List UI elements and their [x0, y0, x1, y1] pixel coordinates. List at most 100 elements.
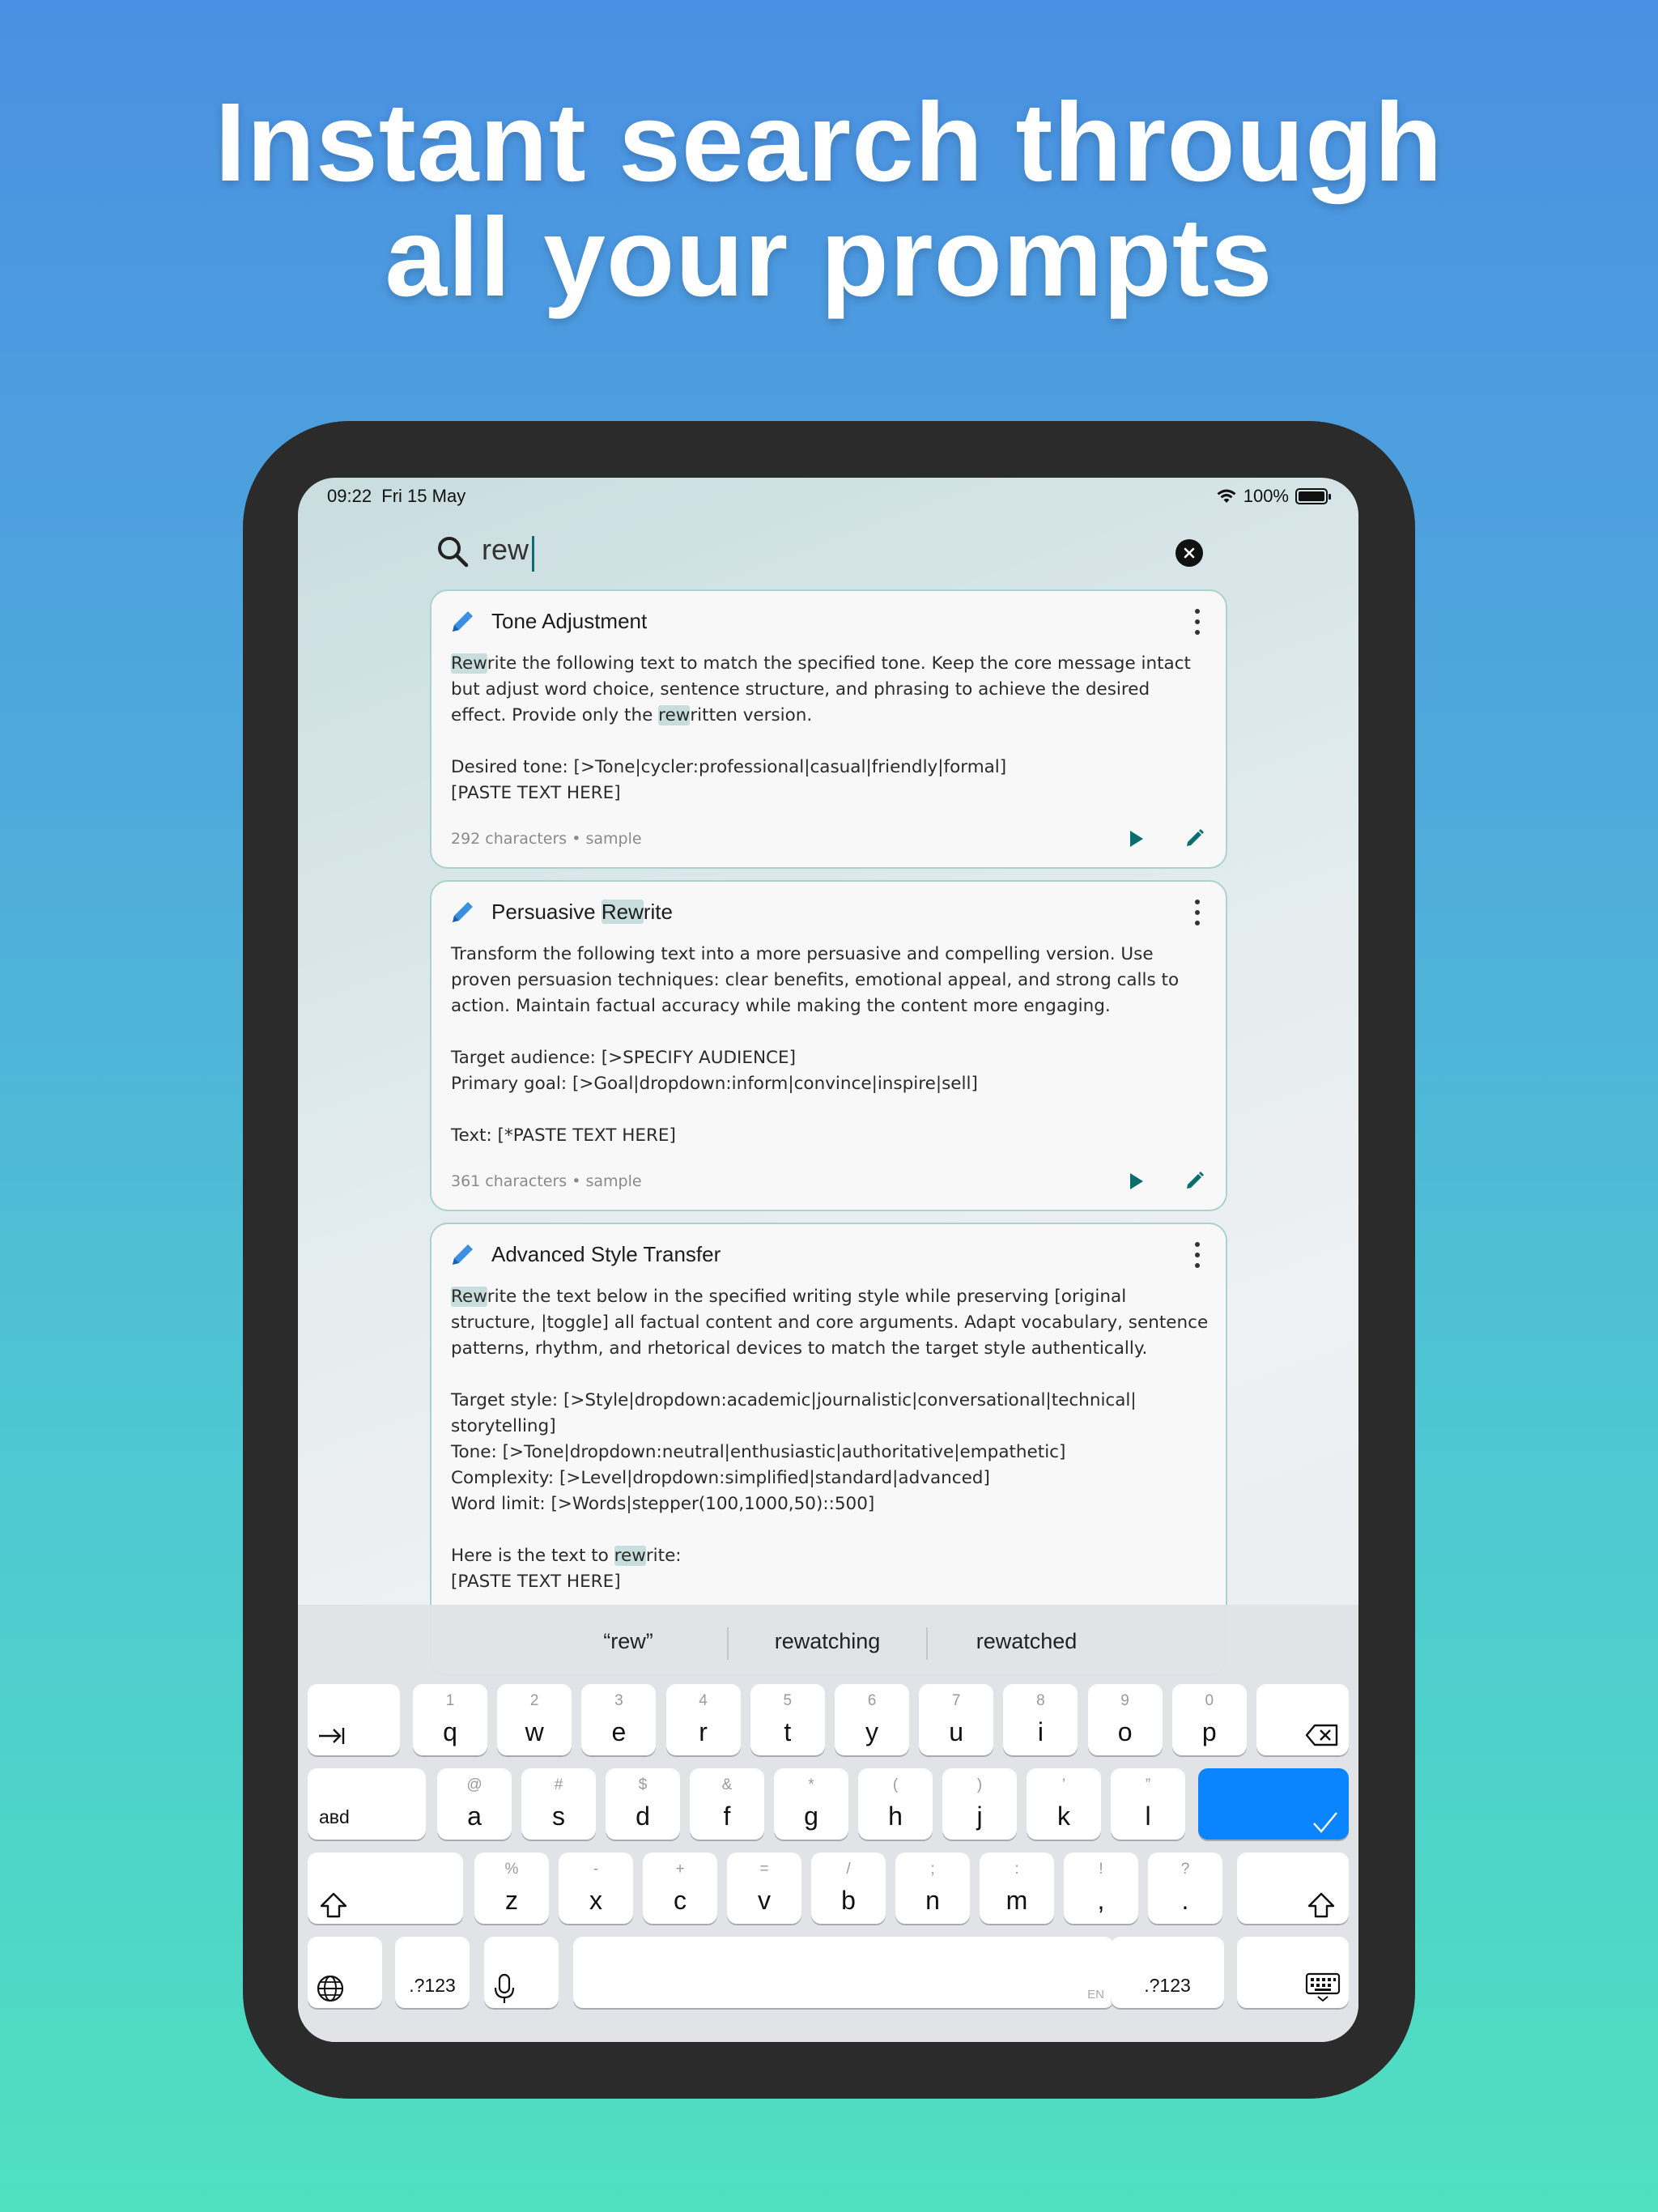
key-u[interactable]: 7u [919, 1684, 994, 1755]
key-comma[interactable]: !, [1064, 1853, 1138, 1924]
key-d[interactable]: $ d [606, 1768, 680, 1840]
more-icon[interactable] [1193, 900, 1201, 925]
globe-icon [317, 1975, 344, 2002]
key-secondary-label: - [593, 1861, 599, 1878]
key-secondary-label: $ [638, 1776, 648, 1793]
key-x[interactable]: -x [559, 1853, 633, 1924]
search-input[interactable]: rew [482, 533, 1129, 575]
status-bar: 09:22 Fri 15 May 100% [298, 478, 1358, 515]
key-secondary-label: ” [1145, 1776, 1151, 1793]
key-r[interactable]: 4r [665, 1684, 741, 1755]
key-secondary-label: : [1014, 1861, 1019, 1878]
key-h[interactable]: (h [858, 1768, 933, 1840]
key-secondary-label: * [808, 1776, 814, 1793]
dictation-key[interactable] [484, 1937, 559, 2008]
globe-key[interactable] [308, 1937, 382, 2008]
space-key[interactable]: EN [573, 1937, 1114, 2008]
edit-icon[interactable] [1184, 1169, 1206, 1192]
key-secondary-label: 1 [445, 1692, 455, 1709]
key-w[interactable]: 2w [497, 1684, 572, 1755]
key-o[interactable]: 9o [1087, 1684, 1163, 1755]
key-z[interactable]: % z [474, 1853, 549, 1924]
search-return-key[interactable] [1198, 1768, 1349, 1840]
key-e[interactable]: 3e [581, 1684, 657, 1755]
numbers-key-right[interactable]: .?123 [1111, 1937, 1224, 2008]
key-t[interactable]: 5t [750, 1684, 825, 1755]
key-label: k [1057, 1802, 1070, 1831]
key-s[interactable]: # s [521, 1768, 596, 1840]
wifi-icon [1217, 489, 1236, 503]
key-q[interactable]: 1q [413, 1684, 487, 1755]
suggestion[interactable]: rewatched [928, 1629, 1125, 1654]
shift-key-left[interactable] [308, 1853, 463, 1924]
battery-percent: 100% [1243, 486, 1289, 506]
predictive-bar: “rew” rewatching rewatched [298, 1623, 1358, 1663]
key-a[interactable]: @ a [437, 1768, 512, 1840]
close-icon [1184, 547, 1195, 559]
key-period[interactable]: ?. [1148, 1853, 1222, 1924]
shift-key-right[interactable] [1237, 1853, 1349, 1924]
match-highlight: Rew [451, 1287, 487, 1307]
key-p[interactable]: 0p [1171, 1684, 1247, 1755]
tab-key[interactable] [308, 1684, 400, 1755]
key-secondary-label: 7 [951, 1692, 961, 1709]
numbers-key[interactable]: .?123 [395, 1937, 470, 2008]
key-secondary-label: % [504, 1861, 519, 1878]
key-secondary-label: / [846, 1861, 851, 1878]
more-icon[interactable] [1193, 1242, 1201, 1268]
prompt-card[interactable]: Persuasive Rewrite Transform the followi… [430, 880, 1227, 1211]
hide-keyboard-key[interactable] [1237, 1937, 1349, 2008]
play-icon[interactable] [1125, 828, 1146, 849]
status-right: 100% [1216, 486, 1331, 507]
key-f[interactable]: & f [690, 1768, 764, 1840]
key-label: e [611, 1717, 627, 1746]
key-j[interactable]: ) j [942, 1768, 1017, 1840]
onscreen-keyboard: “rew” rewatching rewatched 1q2w3e4r5t6y7… [298, 1605, 1358, 2042]
key-g[interactable]: * g [774, 1768, 848, 1840]
pen-icon [453, 611, 473, 632]
key-secondary-label: = [759, 1861, 769, 1878]
numbers-label: .?123 [409, 1975, 456, 1996]
key-secondary-label: 3 [614, 1692, 623, 1709]
backspace-icon [1305, 1724, 1338, 1746]
more-icon[interactable] [1193, 609, 1201, 635]
prompt-card[interactable]: Tone Adjustment Rewrite the following te… [430, 589, 1227, 869]
key-v[interactable]: = v [727, 1853, 801, 1924]
key-n[interactable]: ; n [895, 1853, 970, 1924]
key-label: f [723, 1802, 731, 1831]
key-m[interactable]: :m [980, 1853, 1054, 1924]
shift-icon [1307, 1892, 1335, 1918]
key-k[interactable]: ’ k [1027, 1768, 1101, 1840]
status-time-date: 09:22 Fri 15 May [327, 486, 466, 507]
suggestion[interactable]: “rew” [529, 1629, 727, 1654]
match-highlight: rew [614, 1546, 646, 1566]
key-label: b [841, 1886, 856, 1915]
key-l[interactable]: ” l [1111, 1768, 1185, 1840]
key-label: j [976, 1802, 983, 1831]
card-title: Tone Adjustment [491, 609, 648, 633]
search-bar[interactable]: rew [436, 526, 1213, 583]
key-secondary-label: 8 [1036, 1692, 1045, 1709]
key-b[interactable]: / b [811, 1853, 886, 1924]
suggestion[interactable]: rewatching [729, 1629, 926, 1654]
card-title: Persuasive Rewrite [491, 900, 673, 925]
key-secondary-label: ! [1099, 1861, 1103, 1878]
key-secondary-label: ’ [1061, 1776, 1066, 1793]
edit-icon[interactable] [1184, 827, 1206, 849]
key-secondary-label: ? [1180, 1861, 1190, 1878]
key-c[interactable]: + c [643, 1853, 717, 1924]
key-label: o [1117, 1717, 1133, 1746]
key-i[interactable]: 8i [1003, 1684, 1078, 1755]
key-label: d [636, 1802, 650, 1831]
card-text: rite the following text to match the spe… [451, 653, 1191, 725]
key-label: i [1037, 1717, 1044, 1746]
card-meta: 292 characters • sample [451, 830, 642, 848]
caps-key[interactable]: aвd [308, 1768, 426, 1840]
key-secondary-label: # [554, 1776, 563, 1793]
key-y[interactable]: 6y [835, 1684, 909, 1755]
play-icon[interactable] [1125, 1171, 1146, 1192]
key-label: s [552, 1802, 565, 1831]
key-label: y [865, 1717, 878, 1746]
backspace-key[interactable] [1256, 1684, 1349, 1755]
clear-search-button[interactable] [1175, 539, 1203, 567]
